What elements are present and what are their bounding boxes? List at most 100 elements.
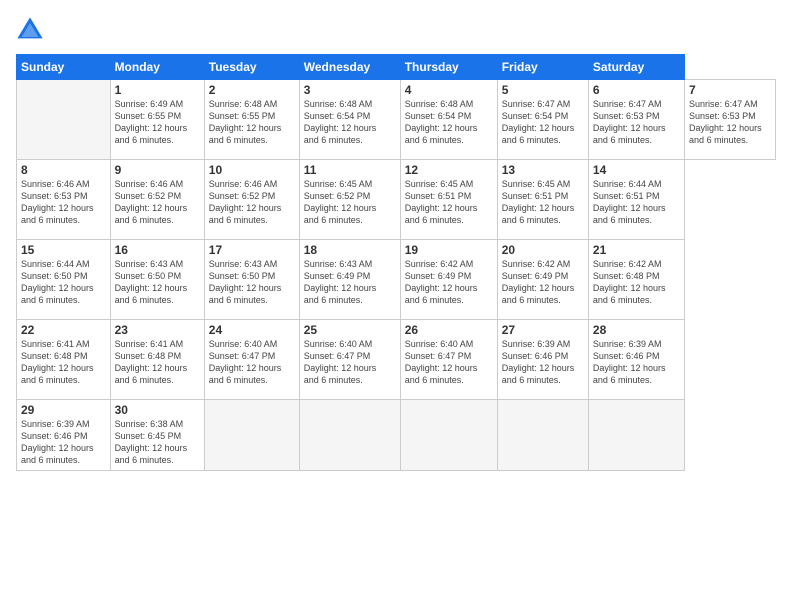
day-info: Sunrise: 6:46 AMSunset: 6:52 PMDaylight:… xyxy=(115,178,200,227)
day-info: Sunrise: 6:49 AMSunset: 6:55 PMDaylight:… xyxy=(115,98,200,147)
day-info: Sunrise: 6:42 AMSunset: 6:48 PMDaylight:… xyxy=(593,258,680,307)
calendar-cell xyxy=(588,400,684,471)
day-number: 19 xyxy=(405,243,493,257)
day-number: 15 xyxy=(21,243,106,257)
day-info: Sunrise: 6:43 AMSunset: 6:49 PMDaylight:… xyxy=(304,258,396,307)
calendar-cell xyxy=(204,400,299,471)
day-info: Sunrise: 6:40 AMSunset: 6:47 PMDaylight:… xyxy=(304,338,396,387)
col-header-wednesday: Wednesday xyxy=(299,55,400,80)
day-info: Sunrise: 6:38 AMSunset: 6:45 PMDaylight:… xyxy=(115,418,200,467)
calendar-cell: 26Sunrise: 6:40 AMSunset: 6:47 PMDayligh… xyxy=(400,320,497,400)
calendar-cell: 17Sunrise: 6:43 AMSunset: 6:50 PMDayligh… xyxy=(204,240,299,320)
col-header-thursday: Thursday xyxy=(400,55,497,80)
calendar-cell: 4Sunrise: 6:48 AMSunset: 6:54 PMDaylight… xyxy=(400,80,497,160)
day-number: 4 xyxy=(405,83,493,97)
day-info: Sunrise: 6:40 AMSunset: 6:47 PMDaylight:… xyxy=(209,338,295,387)
calendar-cell: 1Sunrise: 6:49 AMSunset: 6:55 PMDaylight… xyxy=(110,80,204,160)
day-info: Sunrise: 6:42 AMSunset: 6:49 PMDaylight:… xyxy=(405,258,493,307)
calendar-cell: 6Sunrise: 6:47 AMSunset: 6:53 PMDaylight… xyxy=(588,80,684,160)
day-info: Sunrise: 6:39 AMSunset: 6:46 PMDaylight:… xyxy=(502,338,584,387)
col-header-friday: Friday xyxy=(497,55,588,80)
day-info: Sunrise: 6:45 AMSunset: 6:51 PMDaylight:… xyxy=(502,178,584,227)
day-info: Sunrise: 6:48 AMSunset: 6:55 PMDaylight:… xyxy=(209,98,295,147)
day-info: Sunrise: 6:46 AMSunset: 6:53 PMDaylight:… xyxy=(21,178,106,227)
calendar-cell: 20Sunrise: 6:42 AMSunset: 6:49 PMDayligh… xyxy=(497,240,588,320)
calendar-cell: 28Sunrise: 6:39 AMSunset: 6:46 PMDayligh… xyxy=(588,320,684,400)
day-info: Sunrise: 6:44 AMSunset: 6:51 PMDaylight:… xyxy=(593,178,680,227)
page: SundayMondayTuesdayWednesdayThursdayFrid… xyxy=(0,0,792,612)
week-row-2: 8Sunrise: 6:46 AMSunset: 6:53 PMDaylight… xyxy=(17,160,776,240)
calendar-cell: 13Sunrise: 6:45 AMSunset: 6:51 PMDayligh… xyxy=(497,160,588,240)
day-info: Sunrise: 6:48 AMSunset: 6:54 PMDaylight:… xyxy=(405,98,493,147)
logo xyxy=(16,16,48,44)
calendar-cell xyxy=(497,400,588,471)
day-number: 23 xyxy=(115,323,200,337)
day-number: 16 xyxy=(115,243,200,257)
day-number: 28 xyxy=(593,323,680,337)
day-info: Sunrise: 6:47 AMSunset: 6:53 PMDaylight:… xyxy=(689,98,771,147)
calendar-cell: 12Sunrise: 6:45 AMSunset: 6:51 PMDayligh… xyxy=(400,160,497,240)
day-info: Sunrise: 6:47 AMSunset: 6:53 PMDaylight:… xyxy=(593,98,680,147)
day-number: 17 xyxy=(209,243,295,257)
header xyxy=(16,16,776,44)
col-header-monday: Monday xyxy=(110,55,204,80)
day-info: Sunrise: 6:41 AMSunset: 6:48 PMDaylight:… xyxy=(21,338,106,387)
calendar-cell: 16Sunrise: 6:43 AMSunset: 6:50 PMDayligh… xyxy=(110,240,204,320)
day-number: 1 xyxy=(115,83,200,97)
day-info: Sunrise: 6:39 AMSunset: 6:46 PMDaylight:… xyxy=(21,418,106,467)
calendar-cell: 19Sunrise: 6:42 AMSunset: 6:49 PMDayligh… xyxy=(400,240,497,320)
week-row-4: 22Sunrise: 6:41 AMSunset: 6:48 PMDayligh… xyxy=(17,320,776,400)
calendar-cell: 7Sunrise: 6:47 AMSunset: 6:53 PMDaylight… xyxy=(685,80,776,160)
week-row-3: 15Sunrise: 6:44 AMSunset: 6:50 PMDayligh… xyxy=(17,240,776,320)
calendar-cell: 9Sunrise: 6:46 AMSunset: 6:52 PMDaylight… xyxy=(110,160,204,240)
calendar-cell xyxy=(400,400,497,471)
day-number: 26 xyxy=(405,323,493,337)
day-info: Sunrise: 6:48 AMSunset: 6:54 PMDaylight:… xyxy=(304,98,396,147)
calendar-cell: 22Sunrise: 6:41 AMSunset: 6:48 PMDayligh… xyxy=(17,320,111,400)
calendar-cell: 10Sunrise: 6:46 AMSunset: 6:52 PMDayligh… xyxy=(204,160,299,240)
day-number: 22 xyxy=(21,323,106,337)
day-number: 24 xyxy=(209,323,295,337)
day-number: 8 xyxy=(21,163,106,177)
calendar: SundayMondayTuesdayWednesdayThursdayFrid… xyxy=(16,54,776,471)
day-info: Sunrise: 6:42 AMSunset: 6:49 PMDaylight:… xyxy=(502,258,584,307)
calendar-cell: 3Sunrise: 6:48 AMSunset: 6:54 PMDaylight… xyxy=(299,80,400,160)
calendar-cell xyxy=(299,400,400,471)
calendar-cell: 29Sunrise: 6:39 AMSunset: 6:46 PMDayligh… xyxy=(17,400,111,471)
day-number: 13 xyxy=(502,163,584,177)
week-row-1: 1Sunrise: 6:49 AMSunset: 6:55 PMDaylight… xyxy=(17,80,776,160)
day-info: Sunrise: 6:39 AMSunset: 6:46 PMDaylight:… xyxy=(593,338,680,387)
day-info: Sunrise: 6:41 AMSunset: 6:48 PMDaylight:… xyxy=(115,338,200,387)
day-number: 10 xyxy=(209,163,295,177)
day-info: Sunrise: 6:43 AMSunset: 6:50 PMDaylight:… xyxy=(115,258,200,307)
day-number: 30 xyxy=(115,403,200,417)
col-header-tuesday: Tuesday xyxy=(204,55,299,80)
col-header-sunday: Sunday xyxy=(17,55,111,80)
calendar-cell: 23Sunrise: 6:41 AMSunset: 6:48 PMDayligh… xyxy=(110,320,204,400)
calendar-cell: 18Sunrise: 6:43 AMSunset: 6:49 PMDayligh… xyxy=(299,240,400,320)
calendar-cell: 30Sunrise: 6:38 AMSunset: 6:45 PMDayligh… xyxy=(110,400,204,471)
week-row-5: 29Sunrise: 6:39 AMSunset: 6:46 PMDayligh… xyxy=(17,400,776,471)
day-number: 3 xyxy=(304,83,396,97)
calendar-cell: 15Sunrise: 6:44 AMSunset: 6:50 PMDayligh… xyxy=(17,240,111,320)
day-number: 9 xyxy=(115,163,200,177)
day-number: 5 xyxy=(502,83,584,97)
day-number: 27 xyxy=(502,323,584,337)
logo-icon xyxy=(16,16,44,44)
calendar-cell: 8Sunrise: 6:46 AMSunset: 6:53 PMDaylight… xyxy=(17,160,111,240)
calendar-cell: 2Sunrise: 6:48 AMSunset: 6:55 PMDaylight… xyxy=(204,80,299,160)
calendar-cell: 11Sunrise: 6:45 AMSunset: 6:52 PMDayligh… xyxy=(299,160,400,240)
day-number: 2 xyxy=(209,83,295,97)
day-number: 6 xyxy=(593,83,680,97)
day-info: Sunrise: 6:44 AMSunset: 6:50 PMDaylight:… xyxy=(21,258,106,307)
day-number: 29 xyxy=(21,403,106,417)
day-info: Sunrise: 6:40 AMSunset: 6:47 PMDaylight:… xyxy=(405,338,493,387)
header-row: SundayMondayTuesdayWednesdayThursdayFrid… xyxy=(17,55,776,80)
calendar-cell xyxy=(17,80,111,160)
day-number: 21 xyxy=(593,243,680,257)
day-info: Sunrise: 6:45 AMSunset: 6:51 PMDaylight:… xyxy=(405,178,493,227)
col-header-saturday: Saturday xyxy=(588,55,684,80)
calendar-cell: 5Sunrise: 6:47 AMSunset: 6:54 PMDaylight… xyxy=(497,80,588,160)
day-info: Sunrise: 6:45 AMSunset: 6:52 PMDaylight:… xyxy=(304,178,396,227)
calendar-cell: 25Sunrise: 6:40 AMSunset: 6:47 PMDayligh… xyxy=(299,320,400,400)
